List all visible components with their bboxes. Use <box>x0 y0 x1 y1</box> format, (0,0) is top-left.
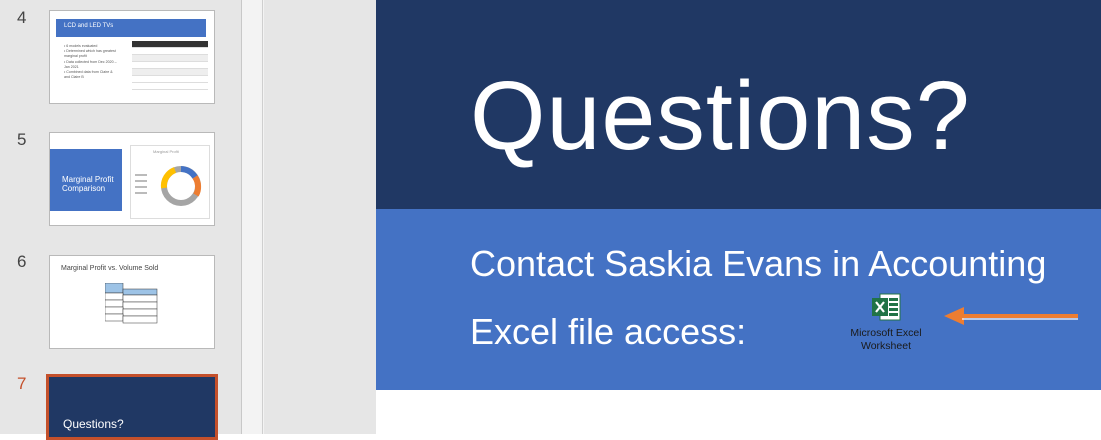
scrollbar-edge <box>262 0 263 434</box>
content-band: Contact Saskia Evans in Accounting Excel… <box>376 209 1101 390</box>
thumb-5-donut-chart: Marginal Profit <box>130 145 210 219</box>
thumb-4-bullet: • Data collected from Dec 2020 – Jan 202… <box>64 59 117 69</box>
slide-canvas[interactable]: Questions? Contact Saskia Evans in Accou… <box>376 0 1101 434</box>
slide-thumbnail-pane: 4 LCD and LED TVs • 6 models evaluated •… <box>0 0 241 440</box>
left-arrow-icon[interactable] <box>942 305 1084 327</box>
thumb-4-table <box>132 41 208 91</box>
thumb-5-title: Marginal Profit Comparison <box>62 175 114 193</box>
embedded-excel-object[interactable]: Microsoft Excel Worksheet <box>838 291 928 359</box>
slide-number-6: 6 <box>17 252 27 271</box>
slide-number-4: 4 <box>17 8 27 27</box>
slide-thumbnail-7[interactable]: Questions? <box>46 374 218 440</box>
title-area: Questions? <box>376 0 1101 209</box>
thumb-4-bullet: • Determined which has greatest marginal… <box>64 49 116 59</box>
slide-title[interactable]: Questions? <box>470 60 971 172</box>
embedded-object-label[interactable]: Microsoft Excel Worksheet <box>838 327 934 352</box>
donut-icon <box>135 166 202 206</box>
thumb-4-title-banner: LCD and LED TVs <box>56 19 206 37</box>
thumb-4-bullets: • 6 models evaluated • Determined which … <box>64 44 119 80</box>
slide-number-7: 7 <box>17 374 27 393</box>
thumb-5-title-banner: Marginal Profit Comparison <box>50 149 122 211</box>
slide-thumbnail-6[interactable]: Marginal Profit vs. Volume Sold <box>49 255 215 349</box>
slide-number-5: 5 <box>17 130 27 149</box>
contact-text[interactable]: Contact Saskia Evans in Accounting <box>470 243 1046 285</box>
thumb-6-title: Marginal Profit vs. Volume Sold <box>61 265 159 272</box>
editor-background <box>264 0 376 434</box>
thumbnail-scrollbar[interactable] <box>242 0 264 434</box>
excel-access-text[interactable]: Excel file access: <box>470 311 746 353</box>
slide-thumbnail-4[interactable]: LCD and LED TVs • 6 models evaluated • D… <box>49 10 215 104</box>
thumb-4-title: LCD and LED TVs <box>64 23 114 29</box>
thumb-6-table <box>105 283 158 324</box>
slide-thumbnail-5[interactable]: Marginal Profit Comparison Marginal Prof… <box>49 132 215 226</box>
thumb-7-title: Questions? <box>63 417 124 431</box>
thumb-4-bullet: • Combined data from Claire & and Claire… <box>64 70 113 80</box>
excel-icon[interactable] <box>870 291 902 323</box>
